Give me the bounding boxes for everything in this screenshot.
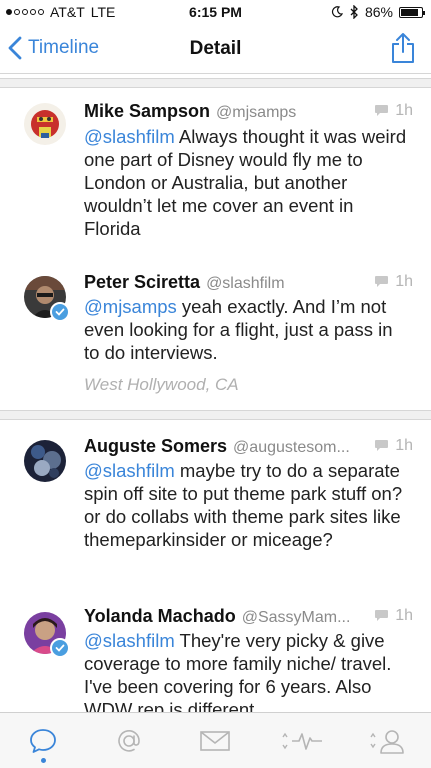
tweet-item[interactable]: Peter Sciretta @slashfilm 1h @mjsamps ye… [0,272,431,402]
verified-badge-icon [50,638,70,658]
active-tab-indicator [40,757,46,763]
tweet-text: @slashfilm They're very picky & give cov… [84,629,413,712]
bluetooth-icon [350,5,358,19]
share-icon [392,33,414,63]
avatar[interactable] [24,612,70,658]
tab-mentions[interactable] [99,716,159,766]
avatar[interactable] [24,440,66,482]
tweet-meta: 1h [374,102,413,120]
status-right: 86% [331,4,425,20]
reply-bubble-icon [375,440,389,451]
avatar[interactable] [24,103,66,145]
page-title: Detail [189,38,242,59]
reply-bubble-icon [375,105,389,116]
battery-percent: 86% [364,4,393,20]
profile-icon [370,729,404,754]
tweet-author-name: Peter Sciretta [84,272,201,292]
section-divider [0,410,431,420]
tweet-mention-link[interactable]: @slashfilm [84,630,175,651]
tweet-author-handle: @SassyMam... [241,609,351,626]
tweet-header: Yolanda Machado @SassyMam... 1h [84,606,413,630]
tweet-item[interactable]: Yolanda Machado @SassyMam... 1h @slashfi… [0,606,431,712]
status-bar: AT&T LTE 6:15 PM 86% [0,0,431,24]
share-button[interactable] [391,32,415,69]
tab-messages[interactable] [185,716,245,766]
tweet-mention-link[interactable]: @mjsamps [84,296,177,317]
tab-bar [0,712,431,768]
tweet-header: Auguste Somers @augustesom... 1h [84,436,413,460]
tweet-author-name: Yolanda Machado [84,606,236,626]
battery-fill [401,8,419,16]
tweet-author-name: Auguste Somers [84,436,228,456]
tweet-author-handle: @slashfilm [206,275,285,292]
avatar[interactable] [24,276,70,322]
tweet-text: @mjsamps yeah exactly. And I’m not even … [84,295,413,364]
tab-timeline[interactable] [13,716,73,766]
at-sign-icon [118,729,141,752]
moon-icon [331,6,343,18]
reply-bubble-icon [375,610,389,621]
envelope-icon [200,730,231,751]
speech-bubble-icon [30,728,56,753]
tab-activity[interactable] [272,716,332,766]
tweet-time: 1h [395,101,413,119]
tweet-time: 1h [395,436,413,454]
tweet-location[interactable]: West Hollywood, CA [84,375,239,395]
tweet-time: 1h [395,272,413,290]
tab-profile[interactable] [358,716,418,766]
tweet-item[interactable]: Mike Sampson @mjsamps 1h @slashfilm Alwa… [0,101,431,251]
tweet-mention-link[interactable]: @slashfilm [84,460,175,481]
tweet-author-name: Mike Sampson [84,101,211,121]
activity-icon [282,732,322,750]
battery-icon [399,6,425,18]
tweet-text: @slashfilm maybe try to do a separate sp… [84,459,413,551]
tweet-author-handle: @augustesom... [233,439,350,456]
tweet-meta: 1h [374,273,413,291]
tweet-mention-link[interactable]: @slashfilm [84,126,175,147]
tweet-meta: 1h [374,607,413,625]
verified-badge-icon [50,302,70,322]
tweet-text: @slashfilm Always thought it was weird o… [84,125,413,240]
tweet-meta: 1h [374,437,413,455]
tweet-header: Peter Sciretta @slashfilm 1h [84,272,413,296]
navigation-bar: Timeline Detail [0,24,431,74]
tweet-item[interactable]: Auguste Somers @augustesom... 1h @slashf… [0,436,431,586]
section-divider [0,78,431,88]
reply-bubble-icon [375,276,389,287]
tweet-author-handle: @mjsamps [216,104,297,121]
tweet-time: 1h [395,606,413,624]
tweet-header: Mike Sampson @mjsamps 1h [84,101,413,125]
